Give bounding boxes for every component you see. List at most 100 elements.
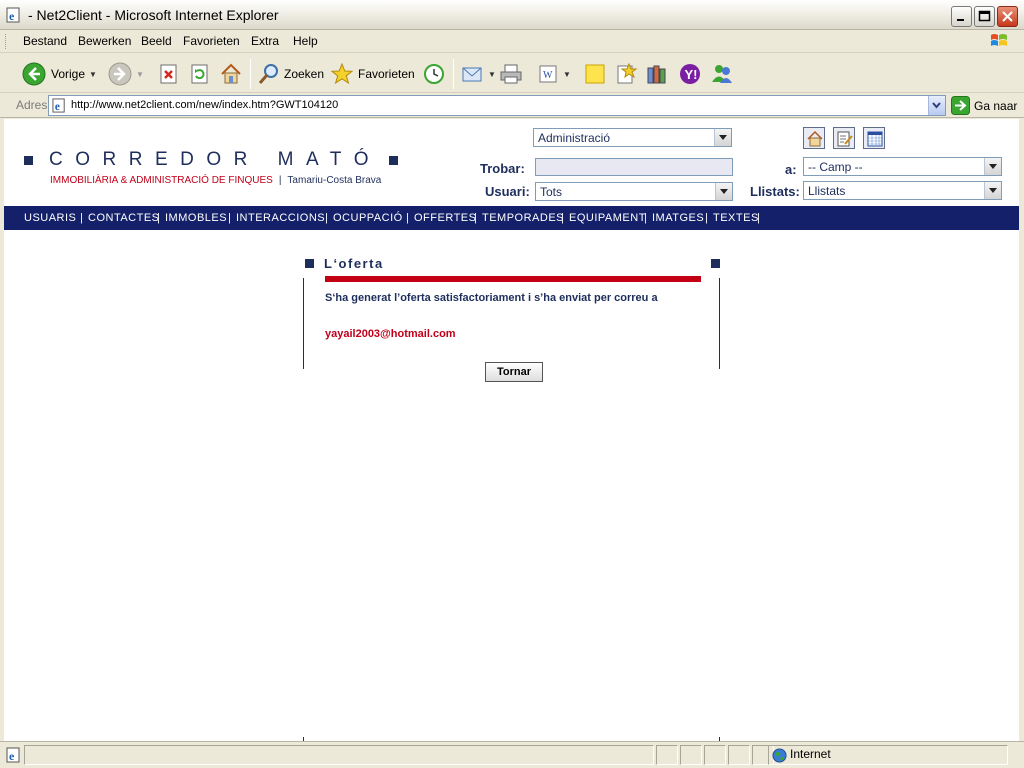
nav-separator: | bbox=[228, 212, 232, 224]
panel-corner-left bbox=[305, 259, 314, 268]
notes-button[interactable] bbox=[833, 127, 855, 149]
discuss-button[interactable] bbox=[583, 61, 607, 87]
search-button[interactable]: Zoeken bbox=[257, 61, 324, 87]
trobar-input[interactable] bbox=[535, 158, 733, 176]
back-arrow-icon bbox=[22, 62, 46, 86]
logo-square-right bbox=[389, 155, 399, 165]
nav-interaccions[interactable]: INTERACCIONS bbox=[236, 212, 325, 224]
chevron-down-icon bbox=[932, 102, 941, 109]
tagline-separator: | bbox=[278, 175, 282, 186]
tornar-button[interactable]: Tornar bbox=[485, 362, 543, 382]
favorites-button[interactable]: Favorieten bbox=[330, 61, 415, 87]
panel-corner-right bbox=[711, 259, 720, 268]
close-button[interactable] bbox=[997, 6, 1018, 27]
chevron-down-icon[interactable] bbox=[715, 183, 732, 200]
nav-usuaris[interactable]: USUARIS bbox=[24, 212, 76, 224]
tagline-location: Tamariu-Costa Brava bbox=[287, 175, 382, 186]
svg-text:e: e bbox=[9, 9, 15, 23]
nav-equipament[interactable]: EQUIPAMENT bbox=[569, 212, 646, 224]
refresh-icon bbox=[191, 64, 208, 84]
msn-messenger-button[interactable] bbox=[710, 61, 734, 87]
history-button[interactable] bbox=[422, 61, 446, 87]
edit-button[interactable]: W ▼ bbox=[537, 61, 571, 87]
svg-text:e: e bbox=[9, 749, 15, 763]
home-page-button[interactable] bbox=[803, 127, 825, 149]
minimize-button[interactable] bbox=[951, 6, 972, 27]
note-icon bbox=[585, 64, 605, 84]
title-bar: e - Net2Client - Microsoft Internet Expl… bbox=[0, 0, 1024, 30]
usuari-select[interactable]: Tots bbox=[535, 182, 733, 201]
chevron-down-icon[interactable] bbox=[714, 129, 731, 146]
refresh-button[interactable] bbox=[189, 61, 211, 87]
address-label: Adres bbox=[16, 98, 48, 112]
nav-separator: | bbox=[474, 212, 478, 224]
nav-contactes[interactable]: CONTACTES bbox=[88, 212, 160, 224]
yahoo-icon: Y! bbox=[680, 64, 700, 84]
maximize-button[interactable] bbox=[974, 6, 995, 27]
research-icon bbox=[617, 62, 638, 84]
yahoo-button[interactable]: Y! bbox=[678, 61, 702, 87]
globe-icon bbox=[772, 748, 787, 763]
research-button[interactable] bbox=[614, 61, 638, 87]
word-doc-icon: W bbox=[539, 65, 557, 83]
nav-ocuppacio[interactable]: OCUPPACIÓ bbox=[333, 212, 403, 224]
trobar-label: Trobar: bbox=[480, 161, 525, 176]
mail-dropdown-icon[interactable]: ▼ bbox=[488, 70, 496, 79]
stop-button[interactable] bbox=[158, 61, 180, 87]
address-bar: Adres e http://www.net2client.com/new/in… bbox=[0, 93, 1024, 118]
toolbar-separator bbox=[453, 59, 454, 89]
camp-select-value: -- Camp -- bbox=[808, 160, 863, 174]
logo-text: CORREDOR MATÓ bbox=[49, 149, 382, 170]
messenger-tool-button[interactable] bbox=[645, 61, 669, 87]
nav-separator: | bbox=[157, 212, 161, 224]
forward-button[interactable]: ▼ bbox=[108, 61, 144, 87]
llistats-select[interactable]: Llistats bbox=[803, 181, 1002, 200]
menu-favorieten[interactable]: Favorieten bbox=[183, 34, 240, 48]
nav-separator: | bbox=[406, 212, 410, 224]
edit-note-icon bbox=[837, 131, 853, 147]
printer-icon bbox=[500, 64, 522, 84]
nav-temporades[interactable]: TEMPORADES bbox=[482, 212, 564, 224]
offer-confirmation-panel: L‘oferta S‘ha generat l’oferta satisfact… bbox=[300, 256, 724, 516]
chevron-down-icon[interactable] bbox=[984, 182, 1001, 199]
mail-icon bbox=[462, 67, 482, 82]
search-icon bbox=[258, 64, 278, 84]
go-button[interactable]: Ga naar bbox=[951, 96, 1017, 115]
status-cell bbox=[680, 745, 702, 765]
nav-imatges[interactable]: IMATGES bbox=[652, 212, 704, 224]
edit-dropdown-icon[interactable]: ▼ bbox=[563, 70, 571, 79]
chevron-down-icon[interactable] bbox=[984, 158, 1001, 175]
nav-textes[interactable]: TEXTES bbox=[713, 212, 759, 224]
go-label: Ga naar bbox=[974, 98, 1018, 113]
main-nav: USUARIS | CONTACTES | IMMOBLES | INTERAC… bbox=[4, 206, 1019, 230]
menu-bestand[interactable]: Bestand bbox=[23, 34, 67, 48]
back-button[interactable]: Vorige ▼ bbox=[22, 61, 97, 87]
print-button[interactable] bbox=[499, 61, 523, 87]
address-input[interactable]: e http://www.net2client.com/new/index.ht… bbox=[48, 95, 946, 116]
home-button[interactable] bbox=[219, 61, 243, 87]
menu-bar: Bestand Bewerken Beeld Favorieten Extra … bbox=[0, 30, 1024, 53]
menu-extra[interactable]: Extra bbox=[251, 34, 279, 48]
nav-offertes[interactable]: OFFERTES bbox=[414, 212, 476, 224]
web-page: CORREDOR MATÓ IMMOBILIÀRIA & ADMINISTRAC… bbox=[4, 119, 1019, 741]
camp-select[interactable]: -- Camp -- bbox=[803, 157, 1002, 176]
brand-logo: CORREDOR MATÓ IMMOBILIÀRIA & ADMINISTRAC… bbox=[24, 149, 399, 186]
nav-immobles[interactable]: IMMOBLES bbox=[165, 212, 227, 224]
status-cell bbox=[728, 745, 750, 765]
menu-beeld[interactable]: Beeld bbox=[141, 34, 172, 48]
menu-grip bbox=[5, 34, 8, 49]
panel-border-right bbox=[719, 278, 720, 369]
status-text-cell bbox=[24, 745, 654, 765]
menu-help[interactable]: Help bbox=[293, 34, 318, 48]
recipient-email: yayail2003@hotmail.com bbox=[325, 328, 456, 340]
address-dropdown-button[interactable] bbox=[928, 96, 945, 115]
mail-button[interactable]: ▼ bbox=[460, 61, 496, 87]
back-dropdown-icon[interactable]: ▼ bbox=[89, 70, 97, 79]
calendar-button[interactable] bbox=[863, 127, 885, 149]
status-cell bbox=[704, 745, 726, 765]
section-select-value: Administració bbox=[538, 131, 611, 145]
forward-dropdown-icon[interactable]: ▼ bbox=[136, 70, 144, 79]
page-status-icon: e bbox=[6, 747, 20, 763]
section-select[interactable]: Administració bbox=[533, 128, 732, 147]
menu-bewerken[interactable]: Bewerken bbox=[78, 34, 131, 48]
